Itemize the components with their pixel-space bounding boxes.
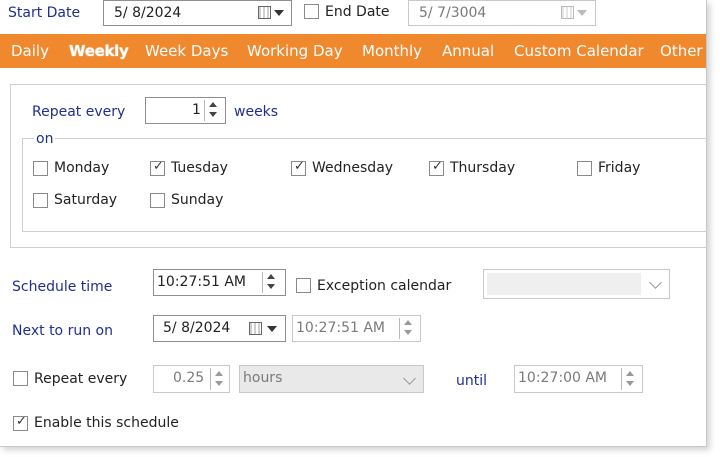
until-time-value: 10:27:00 AM	[518, 370, 607, 386]
until-label: until	[456, 373, 488, 389]
schedule-time-input[interactable]: 10:27:51 AM	[153, 269, 286, 296]
saturday-label: Saturday	[54, 192, 118, 208]
enable-schedule-checkbox[interactable]: ✓	[13, 414, 28, 431]
next-to-run-time-value: 10:27:51 AM	[296, 320, 385, 336]
tab-custom-calendar[interactable]: Custom Calendar	[514, 42, 644, 60]
schedule-time-value: 10:27:51 AM	[157, 274, 246, 290]
weekly-repeat-every-label: Repeat every	[32, 104, 126, 120]
chevron-down-icon[interactable]	[267, 326, 277, 332]
calendar-icon[interactable]	[258, 6, 271, 19]
next-to-run-label: Next to run on	[12, 323, 113, 339]
enable-schedule-label: Enable this schedule	[34, 415, 179, 431]
weekday-group	[22, 138, 706, 232]
chevron-down-icon	[403, 372, 416, 385]
calendar-icon	[561, 6, 574, 19]
calendar-icon[interactable]	[249, 322, 262, 335]
tab-weekly[interactable]: Weekly	[69, 42, 129, 60]
repeat-every-label: Repeat every	[34, 371, 128, 387]
weekly-repeat-every-value: 1	[192, 102, 201, 118]
stepper-up-icon[interactable]	[209, 102, 217, 107]
weeks-unit-label: weeks	[234, 104, 279, 120]
thursday-checkbox[interactable]: ✓	[429, 159, 444, 176]
end-date-checkbox[interactable]	[304, 4, 319, 19]
stepper-buttons	[399, 318, 415, 339]
tuesday-checkbox[interactable]: ✓	[150, 159, 165, 176]
stepper-buttons	[621, 368, 637, 390]
saturday-checkbox[interactable]	[33, 193, 48, 208]
monday-label: Monday	[54, 160, 110, 176]
stepper-down-icon	[215, 381, 223, 386]
tab-other[interactable]: Other	[660, 42, 703, 60]
schedule-time-label: Schedule time	[12, 279, 113, 295]
start-date-value: 5/ 8/2024	[114, 5, 182, 21]
stepper-up-icon	[626, 371, 634, 376]
chevron-down-icon	[577, 10, 587, 16]
end-date-label: End Date	[325, 4, 390, 20]
repeat-interval-spinner[interactable]: 0.25	[153, 365, 230, 393]
checkmark-icon: ✓	[153, 159, 164, 174]
recurrence-tab-bar: Daily Weekly Week Days Working Day Month…	[0, 34, 706, 68]
wednesday-label: Wednesday	[312, 160, 394, 176]
stepper-buttons[interactable]	[262, 272, 278, 293]
tab-annual[interactable]: Annual	[442, 42, 494, 60]
tab-working-day[interactable]: Working Day	[247, 42, 343, 60]
start-date-label: Start Date	[8, 5, 81, 21]
checkmark-icon: ✓	[16, 414, 27, 429]
repeat-interval-value: 0.25	[173, 370, 205, 386]
stepper-down-icon	[626, 381, 634, 386]
friday-label: Friday	[598, 160, 641, 176]
stepper-down-icon	[404, 330, 412, 335]
end-date-value: 5/ 7/3004	[419, 5, 487, 21]
tuesday-label: Tuesday	[171, 160, 228, 176]
sunday-checkbox[interactable]	[150, 193, 165, 208]
repeat-unit-value: hours	[243, 370, 283, 386]
stepper-up-icon	[215, 371, 223, 376]
stepper-up-icon	[404, 320, 412, 325]
end-date-picker[interactable]: 5/ 7/3004	[408, 0, 596, 26]
chevron-down-icon[interactable]	[274, 10, 284, 16]
weekly-repeat-every-spinner[interactable]: 1	[145, 97, 226, 124]
stepper-buttons[interactable]	[204, 100, 220, 121]
monday-checkbox[interactable]	[33, 161, 48, 176]
exception-calendar-checkbox[interactable]	[296, 278, 311, 293]
on-group-label: on	[34, 131, 56, 147]
repeat-every-checkbox[interactable]	[13, 371, 28, 386]
checkmark-icon: ✓	[432, 159, 443, 174]
stepper-down-icon[interactable]	[209, 112, 217, 117]
repeat-unit-select[interactable]: hours	[239, 365, 424, 393]
exception-calendar-value-area	[487, 273, 641, 295]
checkmark-icon: ✓	[294, 159, 305, 174]
next-to-run-date-value: 5/ 8/2024	[163, 320, 231, 336]
schedule-dialog: Start Date 5/ 8/2024 End Date 5/ 7/3004 …	[0, 0, 707, 447]
exception-calendar-label: Exception calendar	[317, 278, 452, 294]
exception-calendar-select[interactable]	[483, 269, 670, 299]
until-time-input[interactable]: 10:27:00 AM	[514, 365, 643, 393]
stepper-down-icon[interactable]	[267, 284, 275, 289]
wednesday-checkbox[interactable]: ✓	[291, 159, 306, 176]
stepper-buttons	[210, 368, 226, 390]
next-to-run-time-input[interactable]: 10:27:51 AM	[292, 315, 421, 342]
chevron-down-icon[interactable]	[649, 276, 662, 289]
next-to-run-date-picker[interactable]: 5/ 8/2024	[153, 315, 286, 342]
stepper-up-icon[interactable]	[267, 274, 275, 279]
tab-daily[interactable]: Daily	[11, 42, 49, 60]
tab-week-days[interactable]: Week Days	[145, 42, 228, 60]
thursday-label: Thursday	[450, 160, 516, 176]
tab-monthly[interactable]: Monthly	[362, 42, 422, 60]
sunday-label: Sunday	[171, 192, 224, 208]
start-date-picker[interactable]: 5/ 8/2024	[103, 0, 292, 26]
friday-checkbox[interactable]	[577, 161, 592, 176]
